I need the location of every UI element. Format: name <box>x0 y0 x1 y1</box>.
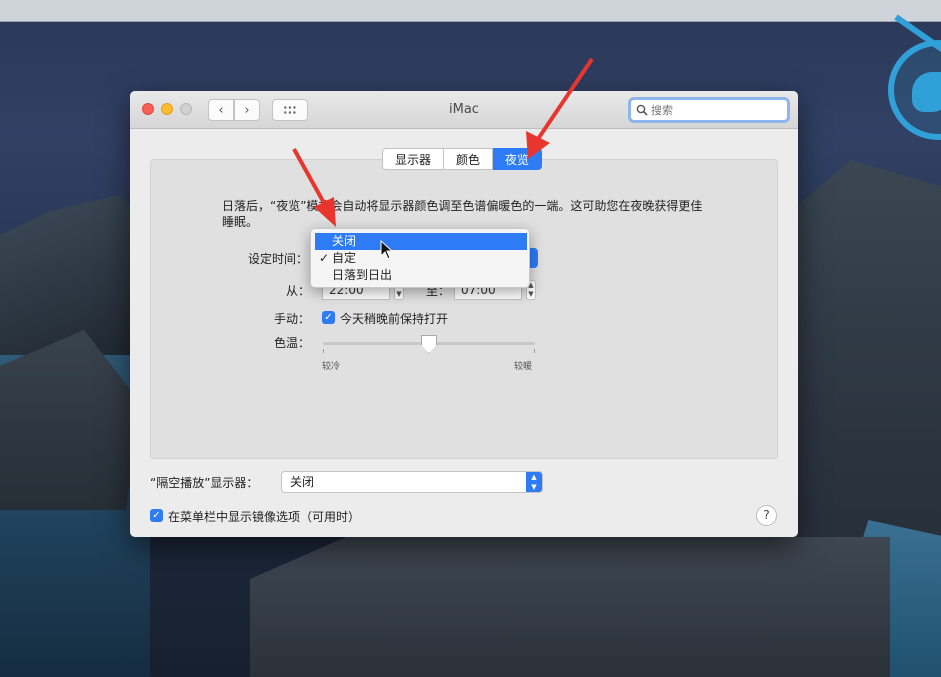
search-box[interactable] <box>628 97 790 123</box>
menu-item-label: 关闭 <box>332 234 357 248</box>
mirroring-checkbox[interactable]: ✓ <box>150 509 163 522</box>
temperature-label: 色温： <box>273 336 310 350</box>
schedule-label: 设定时间： <box>247 252 308 266</box>
preferences-window: ‹ › iMac 显示器 颜色 夜览 日落后，“夜览”模式会自动将显示器颜色调至… <box>130 91 798 537</box>
menu-item-off[interactable]: 关闭 <box>315 233 527 250</box>
airplay-select[interactable]: 关闭 ▲ ▼ <box>281 471 543 493</box>
help-button[interactable]: ? <box>756 505 777 526</box>
mouse-pointer-icon <box>380 240 394 260</box>
desktop-rock-bottom <box>250 537 890 677</box>
search-icon <box>636 104 648 116</box>
from-label: 从： <box>285 284 310 298</box>
watermark-logo-mark <box>912 72 941 112</box>
manual-label: 手动： <box>273 312 310 326</box>
mirroring-checkbox-label: 在菜单栏中显示镜像选项（可用时） <box>168 510 361 524</box>
search-input[interactable] <box>651 103 781 117</box>
slider-tick <box>534 349 535 353</box>
slider-tick <box>323 349 324 353</box>
manual-checkbox-label: 今天稍晚前保持打开 <box>340 312 449 326</box>
title-bar: ‹ › iMac <box>130 91 798 129</box>
checkmark-icon: ✓ <box>319 251 330 265</box>
temperature-more-label: 较暖 <box>514 362 533 372</box>
menu-bar <box>0 0 941 22</box>
menu-item-label: 自定 <box>332 251 357 265</box>
airplay-label: “隔空播放”显示器： <box>150 476 259 490</box>
menu-item-label: 日落到日出 <box>332 268 393 282</box>
annotation-arrow <box>292 148 336 227</box>
menu-item-custom[interactable]: ✓ 自定 <box>315 250 527 267</box>
temperature-less-label: 较冷 <box>322 362 341 372</box>
tab-display[interactable]: 显示器 <box>382 148 445 170</box>
annotation-arrow <box>526 57 594 159</box>
manual-checkbox[interactable]: ✓ <box>322 311 335 324</box>
menu-item-sunset-to-sunrise[interactable]: 日落到日出 <box>315 267 527 284</box>
airplay-select-value: 关闭 <box>290 475 315 489</box>
schedule-menu: 关闭 ✓ 自定 日落到日出 <box>310 228 530 288</box>
chevron-updown-icon: ▲ ▼ <box>526 472 542 492</box>
